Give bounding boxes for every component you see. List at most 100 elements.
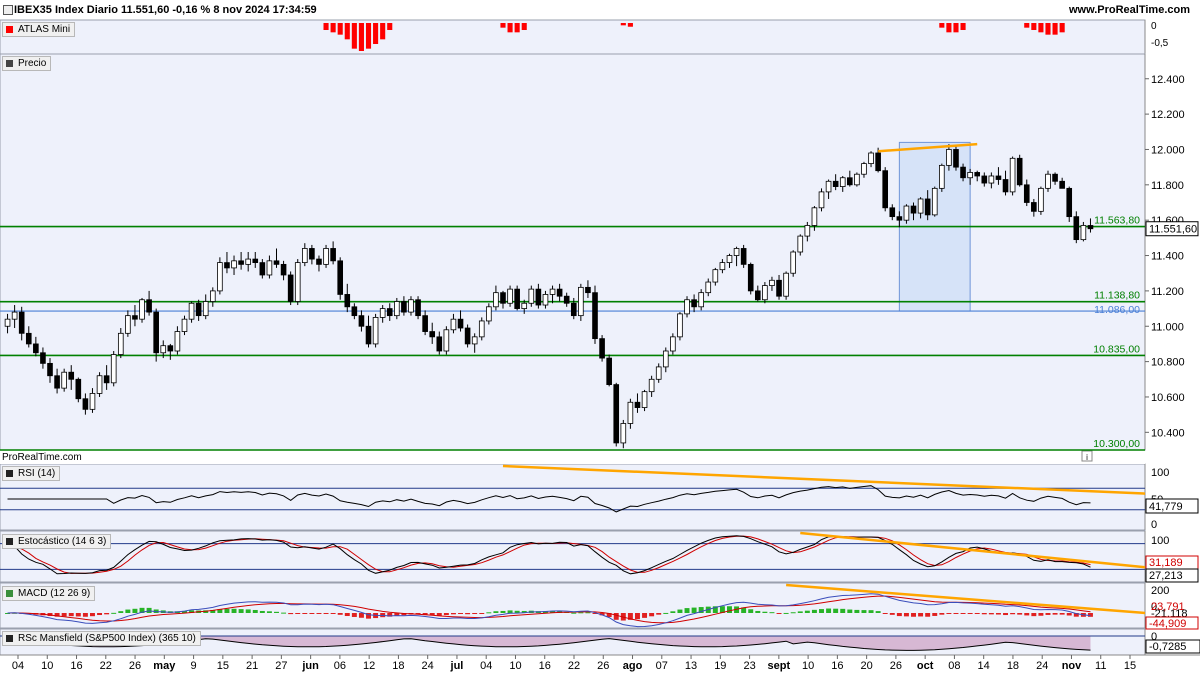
macd-hist-bar [89,613,95,617]
macd-hist-bar [358,613,364,618]
atlas-bar [1045,23,1051,35]
candle-body [89,393,96,410]
macd-hist-bar [911,613,916,617]
candle-body [563,295,570,304]
panel-rsi-bg [0,463,1146,531]
macd-hist-bar [323,613,329,614]
candle-body [61,371,67,389]
x-tick-label: sept [768,660,791,672]
macd-hist-bar [465,613,471,615]
macd-hist-bar [245,609,251,613]
price-tick-label: 10.800 [1151,357,1185,369]
candle-body [379,308,386,318]
candle-body [217,262,223,292]
support-label: 11.138,80 [1094,290,1140,302]
candle-body [464,327,471,345]
candle-body [854,173,860,186]
macd-hist-bar [896,613,902,617]
rsc-color-icon [6,635,13,642]
x-tick-label: may [153,660,176,672]
panel-label-price[interactable]: Precio [2,56,52,71]
macd-hist-bar [826,608,832,613]
candle-body [910,205,917,214]
x-tick-label: 11 [1095,660,1106,672]
x-tick-label: 19 [714,660,726,672]
candle-body [11,311,18,320]
macd-hist-bar [330,613,336,614]
candle-body [521,302,528,309]
macd-hist-bar [776,613,782,614]
candle-body [415,299,421,317]
candle-body [372,317,379,345]
panel-stoch-bg [0,530,1146,583]
candle-body [110,354,117,384]
candle-body [974,172,981,177]
stoch-value-label: 27,213 [1149,570,1183,582]
macd-color-icon [6,590,13,597]
price-tick-label: 12.400 [1151,74,1185,86]
panel-label-atlas[interactable]: ATLAS Mini [2,22,76,37]
macd-hist-bar [960,613,966,614]
macd-hist-bar [259,610,265,613]
panel-label-rsi[interactable]: RSI (14) [2,466,61,481]
panel-label-stoch[interactable]: Estocástico (14 6 3) [2,534,112,549]
macd-hist-bar [875,611,881,613]
candle-body [684,299,690,315]
macd-hist-bar [995,613,1001,615]
candle-body [599,338,605,359]
macd-hist-bar [840,608,846,613]
rsi-tick-label: 0 [1151,519,1157,531]
candle-body [174,331,181,352]
candle-body [493,292,499,308]
candle-body [160,345,167,354]
macd-hist-bar [82,613,88,617]
atlas-bar [344,23,350,40]
macd-hist-bar [224,608,230,613]
atlas-bar [358,23,364,51]
macd-hist-bar [833,608,839,613]
candle-body [132,315,138,320]
candle-body [578,286,584,317]
last-price-label: 11.551,60 [1149,224,1197,236]
macd-hist-bar [670,611,676,613]
panel-label-rsc[interactable]: RSc Mansfield (S&P500 Index) (365 10) [2,631,201,646]
price-chart-svg[interactable]: i12.40012.20012.00011.80011.60011.40011.… [0,0,1200,675]
candle-body [450,318,457,331]
candle-body [471,336,478,345]
macd-hist-bar [953,613,959,614]
macd-hist-bar [1059,613,1065,615]
support-label: 11.086,00 [1094,304,1140,316]
x-tick-label: 04 [12,660,24,672]
macd-hist-bar [351,613,357,617]
candle-body [33,343,39,354]
macd-hist-bar [691,607,697,613]
atlas-bar [351,23,357,49]
candle-body [641,391,648,408]
macd-hist-bar [868,610,874,613]
candle-body [585,286,591,294]
macd-hist-bar [493,611,499,613]
atlas-bar [380,23,386,40]
macd-hist-bar [613,613,619,620]
candle-body [408,299,414,313]
macd-hist-bar [642,613,648,618]
rsi-color-icon [6,470,13,477]
macd-hist-bar [344,613,350,617]
candle-body [146,299,152,313]
macd-hist-bar [988,613,994,615]
x-tick-label: 13 [685,660,697,672]
candle-body [953,149,959,168]
macd-hist-bar [316,613,322,614]
macd-hist-bar [804,610,810,613]
candle-body [988,175,995,184]
macd-hist-bar [811,609,817,613]
macd-hist-bar [861,610,867,613]
candle-body [832,180,839,187]
panel-label-macd[interactable]: MACD (12 26 9) [2,586,96,601]
macd-hist-bar [507,610,513,613]
x-tick-label: 26 [890,660,902,672]
candle-body [946,149,952,166]
macd-hist-bar [443,613,449,616]
candle-body [889,207,896,218]
candle-body [783,272,789,297]
